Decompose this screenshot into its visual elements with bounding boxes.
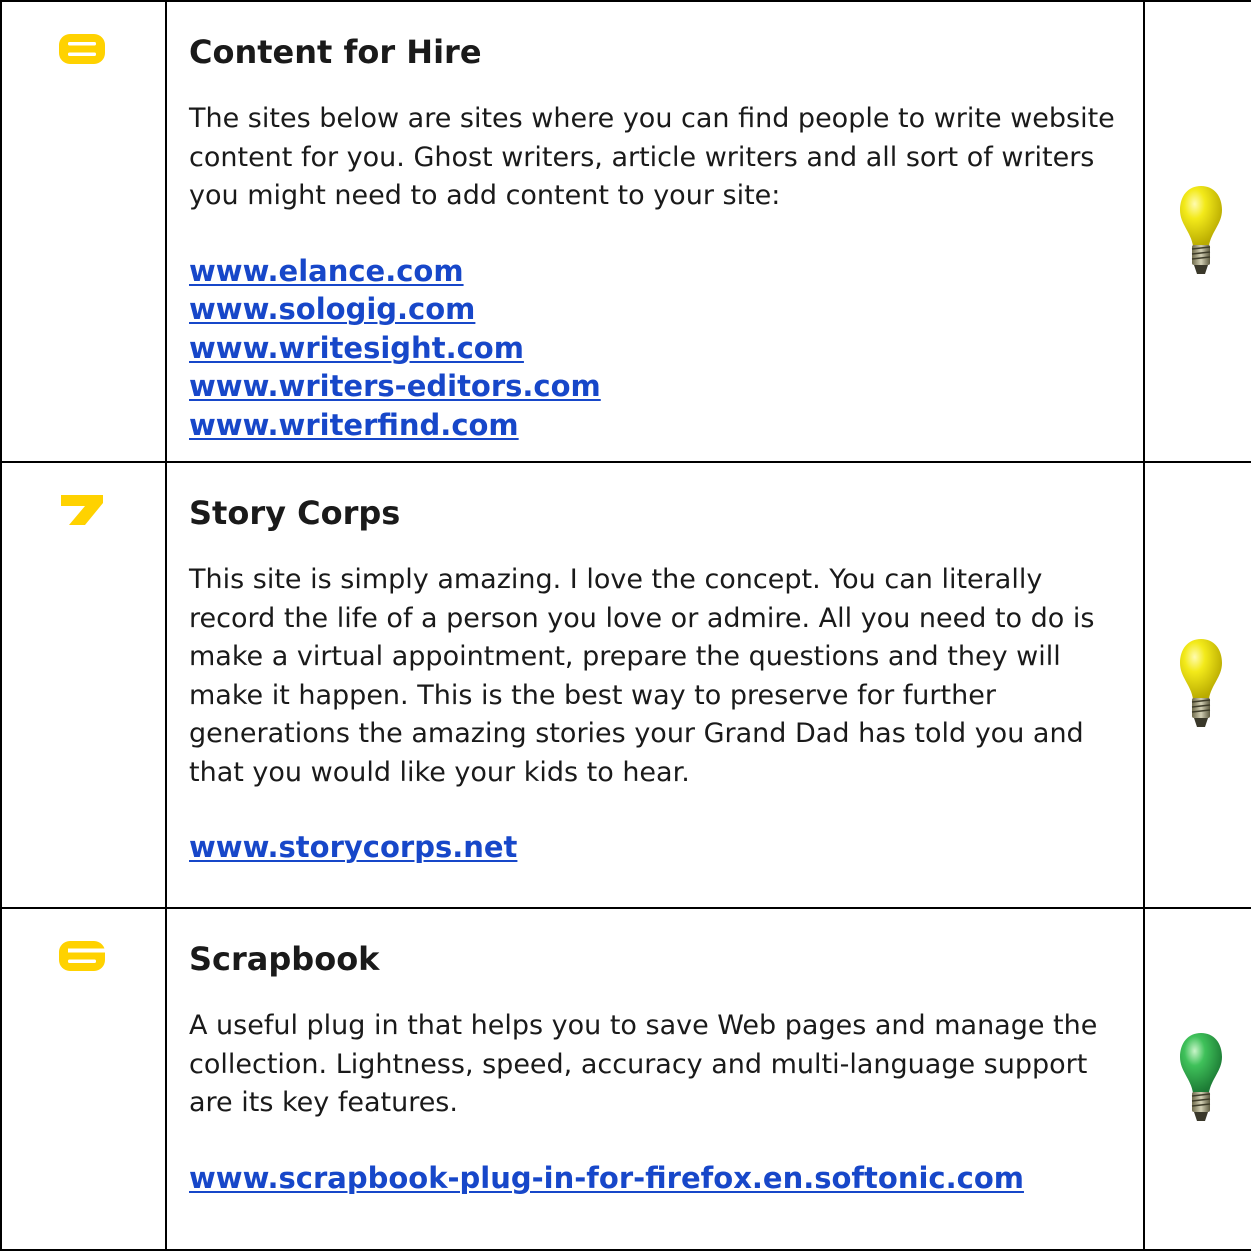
item-description: A useful plug in that helps you to save …	[189, 1010, 1098, 1118]
link-writesight[interactable]: www.writesight.com	[189, 329, 1123, 368]
number-6-badge: 6	[59, 941, 105, 971]
item-title: Story Corps	[189, 494, 401, 532]
link-writerfind[interactable]: www.writerfind.com	[189, 406, 1123, 445]
link-list: www.elance.com www.sologig.com www.write…	[189, 252, 1123, 445]
content-cell: Scrapbook A useful plug in that helps yo…	[165, 907, 1145, 1251]
green-bulb-icon	[1180, 1033, 1222, 1121]
number-cell: 7	[0, 461, 167, 909]
link-list: www.scrapbook-plug-in-for-firefox.en.sof…	[189, 1159, 1123, 1198]
bulb-cell	[1143, 907, 1251, 1251]
list-item: 6 Scrapbook A useful plug in that helps …	[0, 907, 1251, 1251]
yellow-bulb-icon	[1180, 185, 1222, 274]
content-cell: Story Corps This site is simply amazing.…	[165, 461, 1145, 909]
item-title: Scrapbook	[189, 940, 380, 978]
link-elance[interactable]: www.elance.com	[189, 252, 1123, 291]
svg-text:6: 6	[59, 941, 60, 942]
number-8-badge: 8	[59, 34, 105, 64]
item-description: This site is simply amazing. I love the …	[189, 564, 1095, 788]
link-scrapbook[interactable]: www.scrapbook-plug-in-for-firefox.en.sof…	[189, 1159, 1123, 1198]
bulb-cell	[1143, 0, 1251, 463]
link-list: www.storycorps.net	[189, 828, 1123, 867]
svg-text:7: 7	[59, 495, 60, 496]
list-item: 7 Story Corps This site is simply amazin…	[0, 461, 1251, 909]
link-writers-editors[interactable]: www.writers-editors.com	[189, 367, 1123, 406]
bulb-cell	[1143, 461, 1251, 909]
link-storycorps[interactable]: www.storycorps.net	[189, 828, 1123, 867]
list-item: 8 Content for Hire The sites below are s…	[0, 0, 1251, 463]
number-7-badge: 7	[59, 495, 103, 525]
yellow-bulb-icon	[1180, 639, 1222, 727]
items-table: 8 Content for Hire The sites below are s…	[0, 0, 1251, 1251]
number-cell: 6	[0, 907, 167, 1251]
svg-text:8: 8	[59, 34, 60, 35]
number-cell: 8	[0, 0, 167, 463]
content-cell: Content for Hire The sites below are sit…	[165, 0, 1145, 463]
item-description: The sites below are sites where you can …	[189, 103, 1115, 211]
link-sologig[interactable]: www.sologig.com	[189, 290, 1123, 329]
item-title: Content for Hire	[189, 33, 482, 71]
